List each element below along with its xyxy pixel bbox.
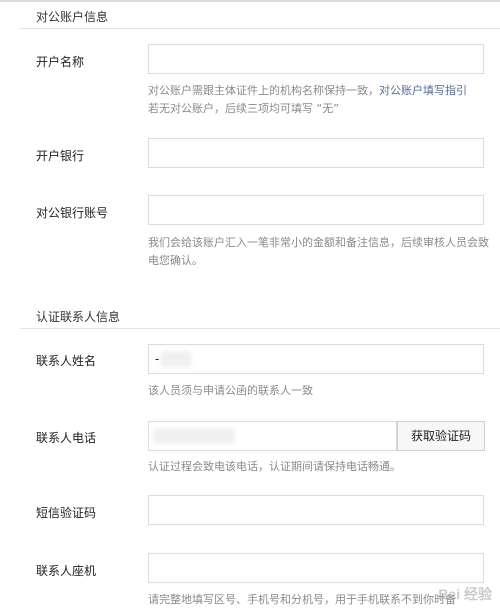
top-border [0, 0, 500, 2]
account-number-input[interactable] [148, 195, 484, 225]
watermark-logo: Bai 经验 [438, 586, 492, 602]
account-number-label: 对公银行账号 [36, 206, 109, 220]
account-name-hint-note: 若无对公账户，后续三项均可填写 “无” [148, 102, 339, 115]
section-title-contact: 认证联系人信息 [36, 310, 121, 324]
landline-label: 联系人座机 [36, 564, 97, 578]
bank-input[interactable] [148, 138, 484, 168]
account-name-label: 开户名称 [36, 55, 85, 69]
contact-phone-input[interactable] [148, 421, 397, 451]
bank-label: 开户银行 [36, 149, 85, 163]
account-guide-link[interactable]: 对公账户填写指引 [379, 84, 467, 97]
contact-name-hint: 该人员须与申请公函的联系人一致 [148, 384, 313, 397]
get-code-button[interactable]: 获取验证码 [397, 421, 485, 451]
section-divider [20, 28, 500, 29]
landline-input[interactable] [148, 553, 484, 583]
section-divider [20, 328, 500, 329]
contact-name-input[interactable]: - [148, 344, 484, 374]
sms-code-label: 短信验证码 [36, 506, 97, 520]
account-name-hint-text: 对公账户需跟主体证件上的机构名称保持一致， [148, 84, 379, 97]
contact-name-label: 联系人姓名 [36, 354, 97, 368]
redacted-name [161, 351, 191, 367]
account-name-input[interactable] [148, 44, 484, 74]
contact-name-value: - [155, 352, 160, 366]
contact-phone-hint: 认证过程会致电该电话，认证期间请保持电话畅通。 [148, 460, 401, 473]
section-title-account: 对公账户信息 [36, 10, 109, 24]
landline-hint: 请完整地填写区号、手机号和分机号，用于手机联系不到你时备 [148, 593, 456, 606]
account-name-hint: 对公账户需跟主体证件上的机构名称保持一致，对公账户填写指引 若无对公账户，后续三… [148, 82, 493, 118]
redacted-phone [153, 428, 235, 444]
contact-phone-label: 联系人电话 [36, 431, 97, 445]
sms-code-input[interactable] [148, 495, 484, 525]
account-number-hint: 我们会给该账户汇入一笔非常小的金额和备注信息，后续审核人员会致电您确认。 [148, 236, 489, 267]
